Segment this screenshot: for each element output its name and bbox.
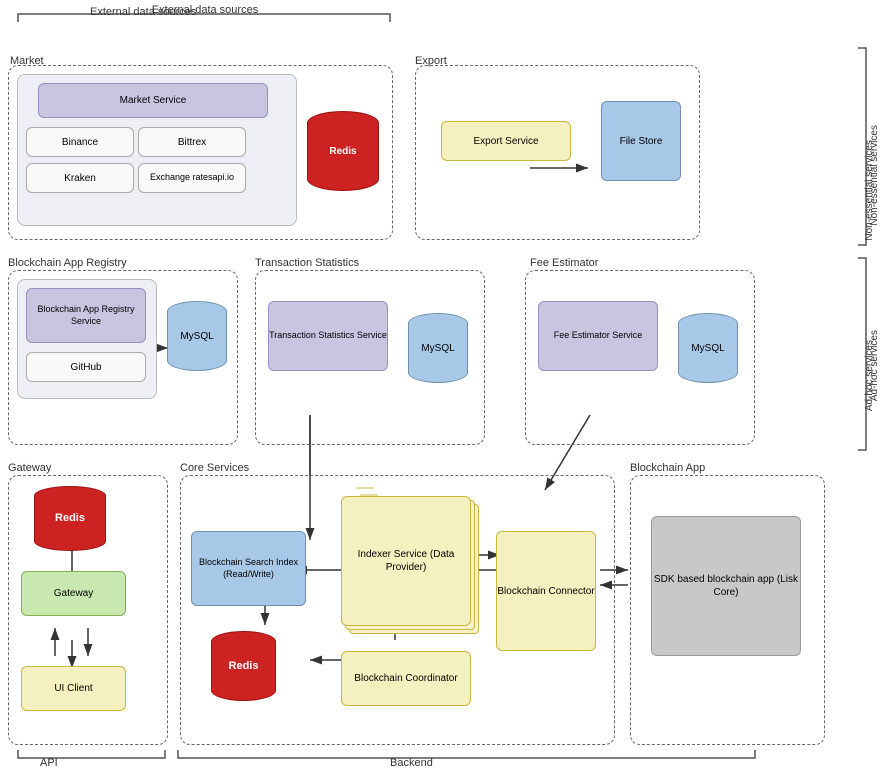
fee-estimator-label: Fee Estimator bbox=[530, 257, 598, 269]
backend-label: Backend bbox=[390, 757, 433, 769]
blockchain-app-label: Blockchain App bbox=[630, 462, 705, 474]
export-service-component: Export Service bbox=[441, 121, 571, 161]
blockchain-connector-component: Blockchain Connector bbox=[496, 531, 596, 651]
api-label: API bbox=[40, 757, 58, 769]
binance-component: Binance bbox=[26, 127, 134, 157]
export-box: Export Service File Store bbox=[415, 65, 700, 240]
core-services-box: Blockchain Search Index (Read/Write) Red… bbox=[180, 475, 615, 745]
mysql3-component: MySQL bbox=[678, 313, 738, 383]
transaction-statistics-service-component: Transaction Statistics Service bbox=[268, 301, 388, 371]
fee-estimator-service-component: Fee Estimator Service bbox=[538, 301, 658, 371]
redis3-component: Redis bbox=[211, 631, 276, 701]
gateway-box: Redis Gateway UI Client bbox=[8, 475, 168, 745]
indexer-service-component: Indexer Service (Data Provider) bbox=[341, 496, 471, 626]
bittrex-component: Bittrex bbox=[138, 127, 246, 157]
exchange-ratesapi-component: Exchange ratesapi.io bbox=[138, 163, 246, 193]
github-component: GitHub bbox=[26, 352, 146, 382]
blockchain-coordinator-component: Blockchain Coordinator bbox=[341, 651, 471, 706]
gateway-label: Gateway bbox=[8, 462, 51, 474]
redis2-component: Redis bbox=[34, 486, 106, 551]
indexer-service-stack: Indexer Service (Data Provider) bbox=[341, 496, 481, 646]
ui-client-component: UI Client bbox=[21, 666, 126, 711]
external-data-sources-text: External data sources bbox=[90, 6, 196, 18]
transaction-statistics-label: Transaction Statistics bbox=[255, 257, 359, 269]
mysql1-component: MySQL bbox=[167, 301, 227, 371]
fee-estimator-box: Fee Estimator Service MySQL bbox=[525, 270, 755, 445]
non-essential-label: Non-essential services bbox=[869, 125, 880, 226]
blockchain-registry-service-component: Blockchain App Registry Service bbox=[26, 288, 146, 343]
kraken-component: Kraken bbox=[26, 163, 134, 193]
file-store-component: File Store bbox=[601, 101, 681, 181]
diagram-container: External data sources Non-essential serv… bbox=[0, 0, 881, 774]
blockchain-search-index-component: Blockchain Search Index (Read/Write) bbox=[191, 531, 306, 606]
market-service-component: Market Service bbox=[38, 83, 268, 118]
core-services-label: Core Services bbox=[180, 462, 249, 474]
market-box: Market Service Binance Bittrex Kraken Ex… bbox=[8, 65, 393, 240]
redis1-component: Redis bbox=[307, 111, 379, 191]
gateway-component: Gateway bbox=[21, 571, 126, 616]
blockchain-registry-label: Blockchain App Registry bbox=[8, 257, 127, 269]
blockchain-app-box: SDK based blockchain app (Lisk Core) bbox=[630, 475, 825, 745]
blockchain-registry-box: Blockchain App Registry Service GitHub M… bbox=[8, 270, 238, 445]
transaction-statistics-box: Transaction Statistics Service MySQL bbox=[255, 270, 485, 445]
sdk-blockchain-app-component: SDK based blockchain app (Lisk Core) bbox=[651, 516, 801, 656]
mysql2-component: MySQL bbox=[408, 313, 468, 383]
ad-hoc-label: Ad-hoc services bbox=[869, 330, 880, 401]
